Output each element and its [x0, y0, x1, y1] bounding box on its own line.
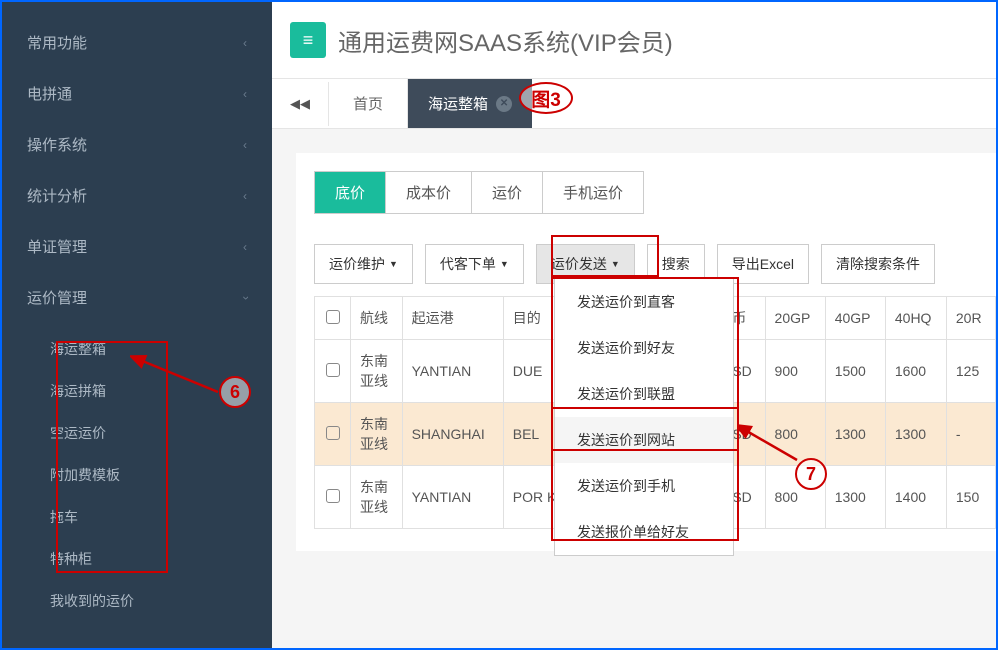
cell-40hq: 1600 — [885, 340, 946, 403]
sidebar-item-common[interactable]: 常用功能 ‹ — [2, 17, 272, 68]
sidebar-item-docs[interactable]: 单证管理 ‹ — [2, 221, 272, 272]
checkbox-col[interactable] — [315, 297, 351, 340]
cell-20gp: 900 — [765, 340, 825, 403]
checkbox-icon — [326, 363, 340, 377]
checkbox-icon — [326, 310, 340, 324]
tab-home[interactable]: 首页 — [329, 79, 408, 128]
checkbox-icon — [326, 426, 340, 440]
submenu-trailer[interactable]: 拖车 — [2, 496, 272, 538]
price-tabs: 底价 成本价 运价 手机运价 — [314, 171, 644, 214]
row-checkbox[interactable] — [315, 403, 351, 466]
dropdown-item-alliance[interactable]: 发送运价到联盟 — [555, 371, 733, 417]
sidebar-item-label: 操作系统 — [27, 134, 87, 155]
cell-route: 东南亚线 — [351, 403, 403, 466]
chevron-left-icon: ‹ — [243, 138, 247, 152]
tabs-bar: ◀◀ 首页 海运整箱 ✕ — [272, 78, 996, 129]
cell-40hq: 1300 — [885, 403, 946, 466]
sidebar-item-label: 电拼通 — [27, 83, 72, 104]
cell-40hq: 1400 — [885, 466, 946, 529]
hamburger-icon: ≡ — [303, 30, 314, 51]
price-tab-freight[interactable]: 运价 — [472, 172, 543, 213]
price-tab-base[interactable]: 底价 — [315, 172, 386, 213]
cell-40gp: 1500 — [825, 340, 885, 403]
tabs-back-button[interactable]: ◀◀ — [272, 82, 329, 126]
col-port[interactable]: 起运港 — [402, 297, 503, 340]
btn-label: 运价发送 — [551, 254, 607, 274]
checkbox-icon — [326, 489, 340, 503]
submenu-surcharge[interactable]: 附加费模板 — [2, 454, 272, 496]
cell-40gp: 1300 — [825, 466, 885, 529]
submenu-air[interactable]: 空运运价 — [2, 412, 272, 454]
cell-route: 东南亚线 — [351, 340, 403, 403]
annotation-arrow-7 — [737, 424, 807, 469]
price-tab-cost[interactable]: 成本价 — [386, 172, 472, 213]
sidebar-item-label: 运价管理 — [27, 287, 87, 308]
chevron-left-icon: ‹ — [243, 240, 247, 254]
btn-label: 运价维护 — [329, 254, 385, 274]
cell-20r: 125 — [946, 340, 995, 403]
sidebar-item-label: 单证管理 — [27, 236, 87, 257]
sidebar-item-label: 常用功能 — [27, 32, 87, 53]
cell-40gp: 1300 — [825, 403, 885, 466]
tab-label: 海运整箱 — [428, 93, 488, 114]
cell-20r: - — [946, 403, 995, 466]
col-20r[interactable]: 20R — [946, 297, 995, 340]
cell-port: SHANGHAI — [402, 403, 503, 466]
chevron-left-icon: ‹ — [243, 189, 247, 203]
dropdown-item-direct[interactable]: 发送运价到直客 — [555, 279, 733, 325]
row-checkbox[interactable] — [315, 466, 351, 529]
annotation-arrow-6 — [130, 352, 220, 402]
cell-20r: 150 — [946, 466, 995, 529]
close-icon[interactable]: ✕ — [496, 96, 512, 112]
dropdown-item-quote[interactable]: 发送报价单给好友 — [555, 509, 733, 555]
cell-port: YANTIAN — [402, 466, 503, 529]
cell-port: YANTIAN — [402, 340, 503, 403]
dropdown-item-friend[interactable]: 发送运价到好友 — [555, 325, 733, 371]
sidebar-item-label: 统计分析 — [27, 185, 87, 206]
col-40hq[interactable]: 40HQ — [885, 297, 946, 340]
clear-search-button[interactable]: 清除搜索条件 — [821, 244, 935, 284]
dropdown-item-website[interactable]: 发送运价到网站 — [555, 417, 733, 463]
chevron-left-icon: ‹ — [243, 87, 247, 101]
submenu-received[interactable]: 我收到的运价 — [2, 580, 272, 622]
proxy-order-button[interactable]: 代客下单 ▼ — [425, 244, 524, 284]
col-40gp[interactable]: 40GP — [825, 297, 885, 340]
annotation-fig3: 图3 — [519, 82, 573, 114]
row-checkbox[interactable] — [315, 340, 351, 403]
caret-down-icon: ▼ — [500, 259, 509, 269]
sidebar-item-stats[interactable]: 统计分析 ‹ — [2, 170, 272, 221]
cell-route: 东南亚线 — [351, 466, 403, 529]
annotation-label-6: 6 — [219, 376, 251, 408]
dropdown-item-mobile[interactable]: 发送运价到手机 — [555, 463, 733, 509]
chevron-left-icon: ‹ — [243, 36, 247, 50]
tab-active[interactable]: 海运整箱 ✕ — [408, 79, 532, 128]
col-20gp[interactable]: 20GP — [765, 297, 825, 340]
btn-label: 代客下单 — [440, 254, 496, 274]
sidebar: 常用功能‹ 电拼通‹ 操作系统‹ 统计分析‹ 单证管理‹ 运价管理‹ 海运整箱 … — [2, 2, 272, 648]
chevron-down-icon: ‹ — [238, 296, 252, 300]
submenu-special[interactable]: 特种柜 — [2, 538, 272, 580]
menu-toggle-button[interactable]: ≡ — [290, 22, 326, 58]
sidebar-item-dianpin[interactable]: 电拼通 ‹ — [2, 68, 272, 119]
sidebar-item-freight[interactable]: 运价管理 ‹ — [2, 272, 272, 323]
page-title: 通用运费网SAAS系统(VIP会员) — [338, 23, 673, 58]
sidebar-item-ops[interactable]: 操作系统 ‹ — [2, 119, 272, 170]
caret-down-icon: ▼ — [389, 259, 398, 269]
col-route[interactable]: 航线 — [351, 297, 403, 340]
double-chevron-left-icon: ◀◀ — [290, 96, 310, 111]
price-tab-mobile[interactable]: 手机运价 — [543, 172, 643, 213]
maintain-button[interactable]: 运价维护 ▼ — [314, 244, 413, 284]
caret-down-icon: ▼ — [611, 259, 620, 269]
header: ≡ 通用运费网SAAS系统(VIP会员) — [272, 2, 996, 78]
send-rate-dropdown: 发送运价到直客 发送运价到好友 发送运价到联盟 发送运价到网站 发送运价到手机 … — [554, 278, 734, 556]
